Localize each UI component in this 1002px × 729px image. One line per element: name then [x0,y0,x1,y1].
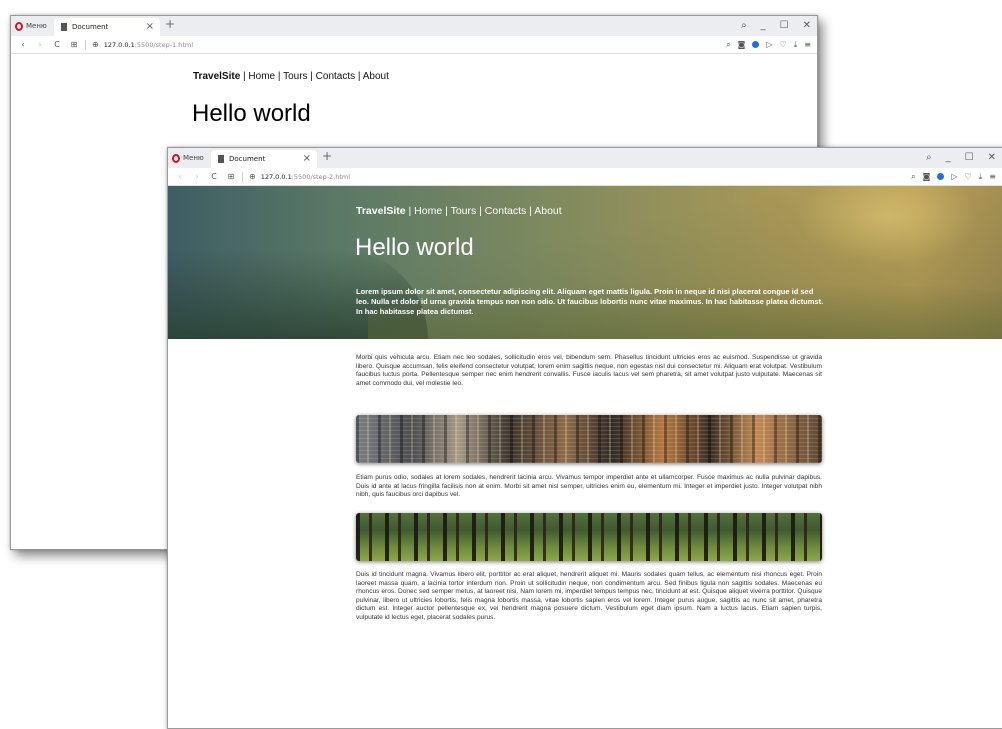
address-bar: ‹ › C ⊞ ⊕ 127.0.0.1:5500/step-2.html ⌕ ◙… [168,168,1002,186]
close-window-icon[interactable]: ✕ [803,18,811,34]
separator [85,39,86,50]
paragraph-3: Duis id tincidunt magna. Vivamus libero … [356,571,822,621]
tab-title: Document [229,155,266,163]
menu-label: Меню [26,22,47,30]
site-brand[interactable]: TravelSite [356,205,406,217]
toolbar-tools: ⌕ ◙ ▷ ♡ ⤓ ≡ [911,168,996,185]
tab-document[interactable]: Document × [211,150,317,168]
vpn-shield-icon[interactable] [752,41,760,48]
reload-icon[interactable]: C [52,40,62,49]
snapshot-icon[interactable]: ◙ [738,40,746,49]
hero-lead-text: Lorem ipsum dolor sit amet, consectetur … [356,287,824,316]
forest-image [356,513,822,561]
opera-logo-icon [172,153,180,163]
document-icon [218,155,224,163]
heart-icon[interactable]: ♡ [780,40,787,49]
search-icon[interactable]: ⌕ [911,172,915,182]
minimize-icon[interactable]: _ [761,18,766,34]
window-controls: ⌕ _ ☐ ✕ [741,18,811,34]
url-host: 127.0.0.1 [260,172,292,181]
search-tabs-icon[interactable]: ⌕ [741,18,747,34]
maximize-icon[interactable]: ☐ [780,18,789,34]
url-path: :5500/step-2.html [291,172,351,181]
download-icon[interactable]: ⤓ [979,172,983,182]
close-tab-icon[interactable]: × [303,154,311,164]
close-window-icon[interactable]: ✕ [988,150,996,166]
reload-icon[interactable]: C [209,172,219,181]
page-title: Hello world [192,100,311,127]
url-field[interactable]: 127.0.0.1:5500/step-2.html [261,173,350,181]
opera-logo-icon [15,21,23,31]
new-tab-button[interactable]: + [165,18,175,30]
menu-button[interactable]: Меню [172,151,204,165]
flow-icon[interactable]: ▷ [951,172,957,181]
menu-label: Меню [183,154,204,162]
new-tab-button[interactable]: + [322,150,332,162]
vpn-shield-icon[interactable] [937,173,945,180]
page-title: Hello world [355,234,474,261]
city-skyline-image [356,415,822,463]
document-icon [61,23,67,31]
speed-dial-icon[interactable]: ⊞ [226,172,236,181]
tab-title: Document [72,23,109,31]
tab-bar: Меню Document × + ⌕ _ ☐ ✕ [168,148,1002,168]
paragraph-1: Morbi quis vehicula arcu. Etiam nec leo … [356,354,822,387]
paragraph-2: Etiam purus odio, sodales at lorem sodal… [356,474,822,499]
minimize-icon[interactable]: _ [946,150,951,166]
easy-setup-icon[interactable]: ≡ [989,172,996,181]
search-tabs-icon[interactable]: ⌕ [926,150,932,166]
toolbar-tools: ⌕ ◙ ▷ ♡ ⤓ ≡ [726,36,811,53]
site-nav: TravelSite | Home | Tours | Contacts | A… [356,205,562,217]
url-path: :5500/step-1.html [134,40,194,49]
download-icon[interactable]: ⤓ [794,40,798,50]
snapshot-icon[interactable]: ◙ [923,172,931,181]
url-host: 127.0.0.1 [103,40,135,49]
site-nav-links[interactable]: | Home | Tours | Contacts | About [240,71,389,82]
menu-button[interactable]: Меню [15,19,47,33]
search-icon[interactable]: ⌕ [726,40,730,50]
address-bar: ‹ › C ⊞ ⊕ 127.0.0.1:5500/step-1.html ⌕ ◙… [11,36,817,54]
back-icon[interactable]: ‹ [18,40,28,49]
back-icon[interactable]: ‹ [175,172,185,181]
forward-icon[interactable]: › [192,172,202,181]
speed-dial-icon[interactable]: ⊞ [69,40,79,49]
tab-bar: Меню Document × + ⌕ _ ☐ ✕ [11,16,817,36]
heart-icon[interactable]: ♡ [965,172,972,181]
site-nav-links[interactable]: | Home | Tours | Contacts | About [406,205,562,217]
url-field[interactable]: 127.0.0.1:5500/step-1.html [104,41,193,49]
close-tab-icon[interactable]: × [146,22,154,32]
maximize-icon[interactable]: ☐ [965,150,974,166]
site-brand[interactable]: TravelSite [193,71,240,82]
separator [242,171,243,182]
globe-icon: ⊕ [92,40,99,49]
site-nav: TravelSite | Home | Tours | Contacts | A… [193,71,389,82]
tab-document[interactable]: Document × [54,18,160,36]
flow-icon[interactable]: ▷ [766,40,772,49]
window-controls: ⌕ _ ☐ ✕ [926,150,996,166]
browser-window-step-2: Меню Document × + ⌕ _ ☐ ✕ ‹ › C ⊞ ⊕ 127.… [167,147,1002,729]
globe-icon: ⊕ [249,172,256,181]
easy-setup-icon[interactable]: ≡ [804,40,811,49]
forward-icon[interactable]: › [35,40,45,49]
